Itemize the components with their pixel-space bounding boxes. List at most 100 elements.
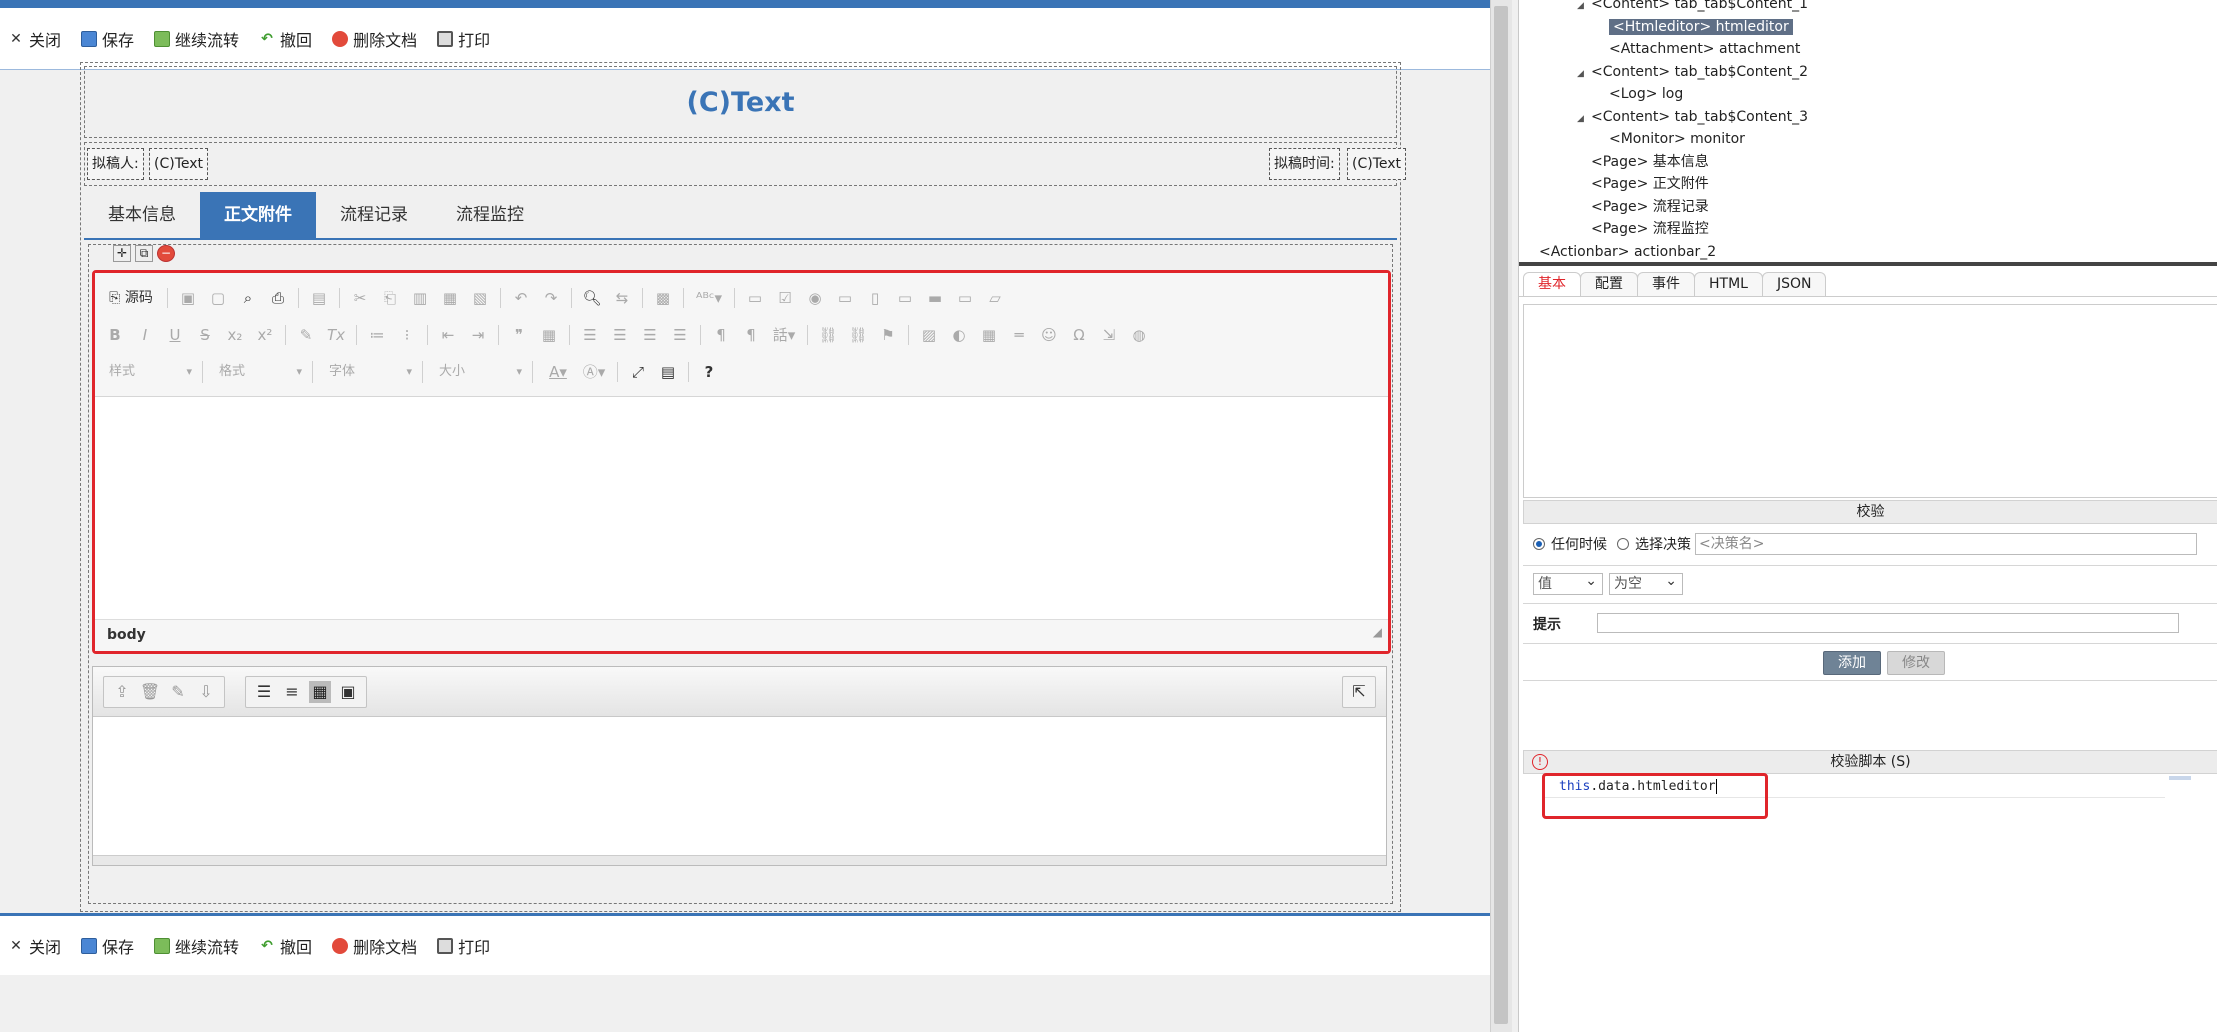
horizontal-rule-icon[interactable]: ═ [1009,325,1029,345]
templates-icon[interactable]: ▤ [309,288,329,308]
bold-icon[interactable]: B [105,325,125,345]
retract-button-bottom[interactable]: ↶ 撤回 [259,934,312,958]
editor-content-area[interactable] [95,397,1388,622]
tree-node[interactable]: <Monitor> monitor [1595,128,1745,150]
smiley-icon[interactable]: ☺ [1039,325,1059,345]
rtl-icon[interactable]: ¶ [741,325,761,345]
remove-format-icon[interactable]: Tx [326,325,346,345]
continue-flow-button-bottom[interactable]: 继续流转 [154,934,239,958]
format-combo[interactable]: 格式 [215,361,313,383]
delete-document-button-bottom[interactable]: 删除文档 [332,934,417,958]
indent-icon[interactable]: ⇥ [468,325,488,345]
image-view-icon[interactable]: ▣ [337,681,359,703]
image-button-icon[interactable]: ▭ [955,288,975,308]
underline-icon[interactable]: U [165,325,185,345]
bg-color-icon[interactable]: Ⓐ▾ [581,362,607,382]
tree-node[interactable]: <Page> 流程记录 [1577,196,1709,218]
font-combo[interactable]: 字体 [325,361,423,383]
tab-config[interactable]: 配置 [1580,272,1638,296]
button-field-icon[interactable]: ▬ [925,288,945,308]
superscript-icon[interactable]: x² [255,325,275,345]
align-center-icon[interactable]: ☰ [610,325,630,345]
value-select[interactable]: 值 [1533,571,1603,595]
expand-triangle-icon[interactable]: ◢ [1577,63,1591,85]
upload-icon[interactable]: ⇪ [111,681,133,703]
strike-icon[interactable]: S [195,325,215,345]
tree-node[interactable]: ◢ <Content> tab_tab$Content_3 [1577,106,1808,128]
copy-format-icon[interactable]: ✎ [296,325,316,345]
new-page-icon[interactable]: ▢ [208,288,228,308]
unlink-icon[interactable]: ⛓ [848,325,868,345]
download-icon[interactable]: ⇩ [195,681,217,703]
table-icon[interactable]: ▦ [979,325,999,345]
align-left-icon[interactable]: ☰ [580,325,600,345]
list-view-icon[interactable]: ☰ [253,681,275,703]
preview-icon[interactable]: ⌕ [238,288,258,308]
ltr-icon[interactable]: ¶ [711,325,731,345]
outdent-icon[interactable]: ⇤ [438,325,458,345]
flash-icon[interactable]: ◐ [949,325,969,345]
tree-node[interactable]: <Page> 正文附件 [1577,173,1709,195]
expand-panel-icon[interactable]: ⇱ [1348,681,1370,703]
copy-icon[interactable]: ⧉ [135,245,153,262]
help-icon[interactable]: ? [699,362,719,382]
save-button-bottom[interactable]: 保存 [81,934,134,958]
show-blocks-icon[interactable]: ▤ [658,362,678,382]
textarea-icon[interactable]: ▯ [865,288,885,308]
align-right-icon[interactable]: ☰ [640,325,660,345]
undo-edit-icon[interactable]: ↶ [511,288,531,308]
paste-word-icon[interactable]: ▧ [470,288,490,308]
tab-basic-info[interactable]: 基本信息 [84,192,200,238]
maximize-icon[interactable]: ⤢ [628,362,648,382]
paste-icon[interactable]: ▥ [410,288,430,308]
tab-body-attachment[interactable]: 正文附件 [200,192,316,238]
image-icon[interactable]: ▨ [919,325,939,345]
resize-grip-icon[interactable]: ◢ [1373,617,1382,647]
delete-document-button[interactable]: 删除文档 [332,27,417,51]
element-path[interactable]: body [107,627,146,643]
tab-flow-monitor[interactable]: 流程监控 [432,192,548,238]
textfield-icon[interactable]: ▭ [835,288,855,308]
language-icon[interactable]: 話▾ [771,325,797,345]
copy-text-icon[interactable]: ⎗ [380,288,400,308]
vertical-scrollbar[interactable] [1490,0,1512,1032]
print-button[interactable]: 打印 [437,27,490,51]
page-break-icon[interactable]: ⇲ [1099,325,1119,345]
tab-html[interactable]: HTML [1694,272,1763,296]
checkbox-icon[interactable]: ☑ [775,288,795,308]
save-button[interactable]: 保存 [81,27,134,51]
cut-icon[interactable]: ✂ [350,288,370,308]
panel-splitter[interactable] [1519,262,2217,266]
special-char-icon[interactable]: Ω [1069,325,1089,345]
tree-node[interactable]: <Page> 流程监控 [1577,218,1709,240]
print-doc-icon[interactable]: ⎙ [268,288,288,308]
remove-icon[interactable]: − [157,245,175,262]
tile-view-icon[interactable]: ▦ [309,681,331,703]
decision-name-input[interactable]: <决策名> [1695,533,2197,555]
radio-choose-decision[interactable] [1617,538,1629,550]
save-doc-icon[interactable]: ▣ [178,288,198,308]
link-icon[interactable]: ⛓ [818,325,838,345]
tree-node[interactable]: ◢ <Content> tab_tab$Content_2 [1577,61,1808,83]
numbered-list-icon[interactable]: ≔ [367,325,387,345]
form-icon[interactable]: ▭ [745,288,765,308]
tab-flow-record[interactable]: 流程记录 [316,192,432,238]
radio-icon[interactable]: ◉ [805,288,825,308]
select-field-icon[interactable]: ▭ [895,288,915,308]
expand-triangle-icon[interactable]: ◢ [1577,0,1591,17]
replace-icon[interactable]: ⇆ [612,288,632,308]
empty-select[interactable]: 为空 [1609,571,1683,595]
drafter-value[interactable]: (C)Text [149,148,209,180]
continue-flow-button[interactable]: 继续流转 [154,27,239,51]
tree-node[interactable]: <Attachment> attachment [1595,38,1800,60]
select-all-icon[interactable]: ▩ [653,288,673,308]
size-combo[interactable]: 大小 [435,361,533,383]
radio-anytime[interactable] [1533,538,1545,550]
text-color-icon[interactable]: A▾ [545,362,571,382]
trash-icon[interactable]: 🗑︎ [139,681,161,703]
bulleted-list-icon[interactable]: ⁝ [397,325,417,345]
tree-node[interactable]: <Log> log [1595,83,1683,105]
tab-events[interactable]: 事件 [1637,272,1695,296]
tree-node[interactable]: <Page> 基本信息 [1577,151,1709,173]
spellcheck-icon[interactable]: ᴬᴮᶜ▾ [694,288,724,308]
